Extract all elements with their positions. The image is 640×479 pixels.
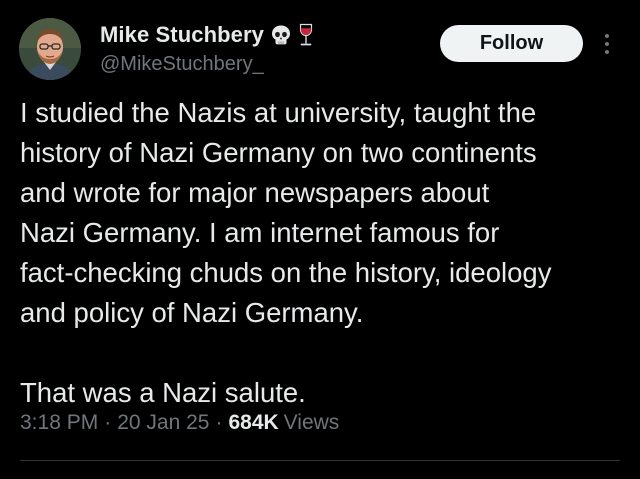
avatar-photo xyxy=(19,18,81,80)
author-name-row[interactable]: Mike Stuchbery xyxy=(100,20,314,50)
tweet-time[interactable]: 3:18 PM xyxy=(20,411,98,435)
divider xyxy=(20,460,620,461)
tweet-card: Mike Stuchbery @MikeStuchbery_ Follow I … xyxy=(0,0,640,479)
meta-separator: · xyxy=(215,411,223,434)
views-label[interactable]: Views xyxy=(284,411,340,435)
wine-glass-icon xyxy=(298,23,314,47)
tweet-date[interactable]: 20 Jan 25 xyxy=(117,411,209,435)
more-dot xyxy=(605,42,609,46)
views-count[interactable]: 684K xyxy=(228,411,278,435)
more-dot xyxy=(605,34,609,38)
tweet-meta: 3:18 PM · 20 Jan 25 · 684K Views xyxy=(20,411,339,435)
tweet-text: I studied the Nazis at university, taugh… xyxy=(20,93,620,413)
follow-button[interactable]: Follow xyxy=(440,25,583,62)
display-name[interactable]: Mike Stuchbery xyxy=(100,22,264,48)
meta-separator: · xyxy=(104,411,112,434)
tweet-paragraph: I studied the Nazis at university, taugh… xyxy=(20,97,552,328)
avatar[interactable] xyxy=(19,18,81,80)
author-handle[interactable]: @MikeStuchbery_ xyxy=(100,53,264,76)
skull-icon xyxy=(270,24,292,46)
more-dot xyxy=(605,50,609,54)
more-vertical-icon[interactable] xyxy=(597,29,617,59)
tweet-paragraph: That was a Nazi salute. xyxy=(20,377,306,408)
